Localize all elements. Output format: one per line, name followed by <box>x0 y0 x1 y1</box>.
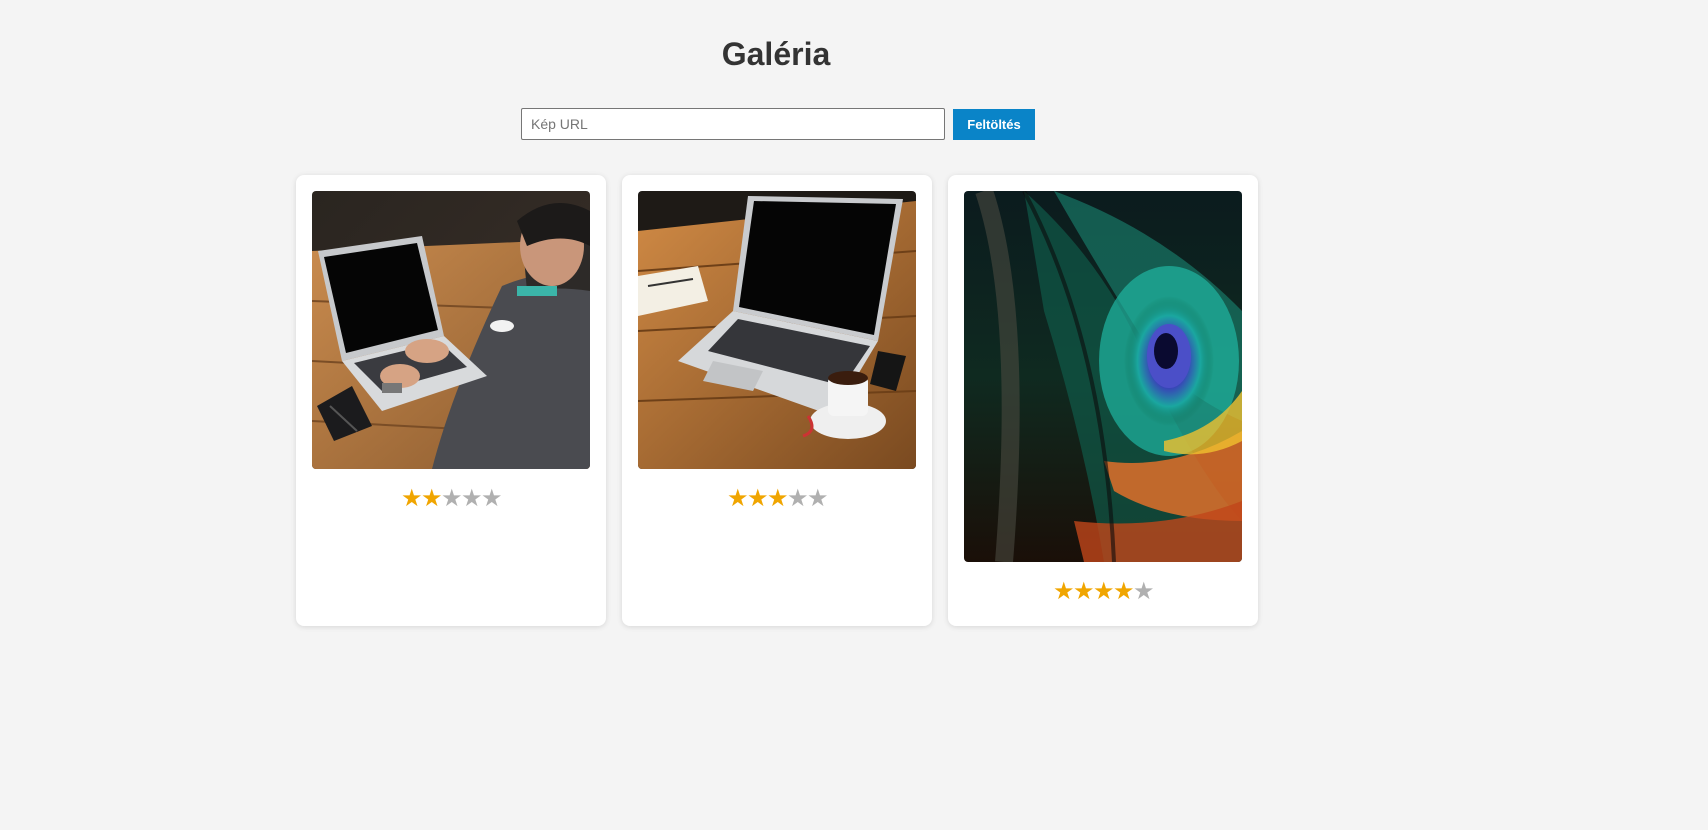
star-icon[interactable]: ★ <box>1093 578 1115 606</box>
gallery-card: ★★★★★ <box>622 175 932 626</box>
star-icon[interactable]: ★ <box>727 485 749 513</box>
star-icon[interactable]: ★ <box>421 485 443 513</box>
star-icon[interactable]: ★ <box>401 485 423 513</box>
gallery-image-laptop-table[interactable] <box>638 191 916 469</box>
star-icon[interactable]: ★ <box>1133 578 1155 606</box>
image-url-input[interactable] <box>521 108 945 140</box>
star-icon[interactable]: ★ <box>1073 578 1095 606</box>
star-icon[interactable]: ★ <box>807 485 829 513</box>
star-icon[interactable]: ★ <box>461 485 483 513</box>
gallery-image-peacock-feather[interactable] <box>964 191 1242 562</box>
star-icon[interactable]: ★ <box>441 485 463 513</box>
star-rating[interactable]: ★★★★★ <box>312 485 590 513</box>
star-rating[interactable]: ★★★★★ <box>964 578 1242 606</box>
star-icon[interactable]: ★ <box>481 485 503 513</box>
gallery-image-laptop-typing[interactable] <box>312 191 590 469</box>
peacock-feather-photo <box>964 191 1242 562</box>
upload-form: Feltöltés <box>521 108 1035 140</box>
star-rating[interactable]: ★★★★★ <box>638 485 916 513</box>
gallery-card: ★★★★★ <box>296 175 606 626</box>
laptop-table-photo <box>638 191 916 469</box>
star-icon[interactable]: ★ <box>747 485 769 513</box>
page-title: Galéria <box>721 36 831 72</box>
laptop-typing-photo <box>312 191 590 469</box>
gallery-card: ★★★★★ <box>948 175 1258 626</box>
star-icon[interactable]: ★ <box>787 485 809 513</box>
upload-button[interactable]: Feltöltés <box>953 108 1035 140</box>
star-icon[interactable]: ★ <box>1053 578 1075 606</box>
gallery: ★★★★★ ★★★★★ ★★★★★ <box>296 175 1258 626</box>
star-icon[interactable]: ★ <box>767 485 789 513</box>
star-icon[interactable]: ★ <box>1113 578 1135 606</box>
